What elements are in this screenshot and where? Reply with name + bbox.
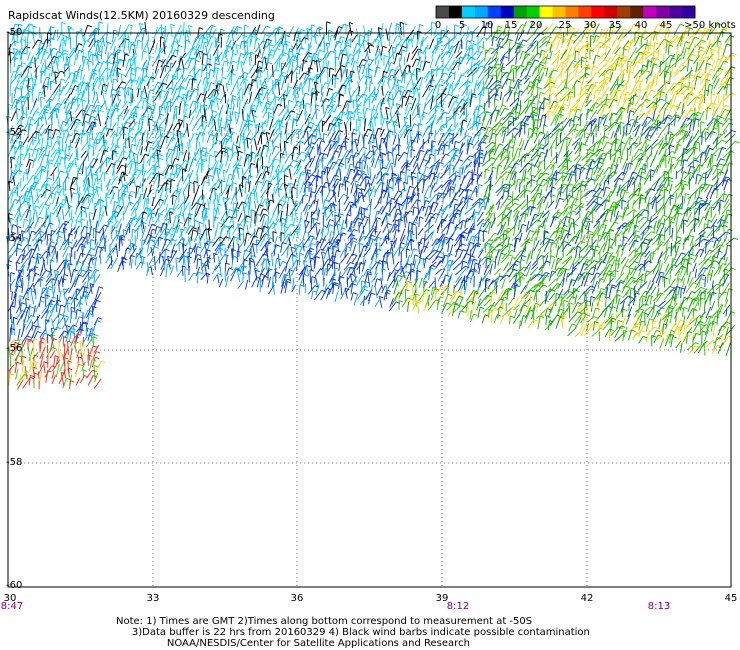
time-label-0812: 8:12 (446, 601, 470, 612)
legend-swatch (591, 6, 605, 18)
legend-swatch (513, 6, 528, 18)
legend-swatch (656, 6, 670, 18)
lat-label-52: -52 (6, 127, 23, 138)
legend-swatch (578, 6, 592, 18)
lat-label-58: -58 (6, 457, 23, 468)
legend-swatch (617, 6, 631, 18)
legend-swatch (604, 6, 618, 18)
legend-swatch (669, 6, 683, 18)
legend-label-25: 25 (558, 20, 572, 31)
legend-label-0: 0 (434, 20, 442, 31)
legend-swatch (565, 6, 579, 18)
lat-label-60: -60 (6, 580, 23, 591)
lon-label-45: 45 (724, 593, 738, 604)
note-line-2: 3)Data buffer is 22 hrs from 20160329 4)… (131, 627, 590, 638)
legend-label-30: 30 (583, 20, 597, 31)
wind-map (6, 5, 740, 588)
legend-label-35: 35 (608, 20, 622, 31)
legend-swatch (461, 6, 476, 18)
lat-label-50: -50 (6, 27, 23, 38)
legend-label-40: 40 (634, 20, 648, 31)
wind-swath (6, 21, 740, 390)
legend-label-15: 15 (504, 20, 518, 31)
legend-swatch (500, 6, 515, 18)
legend-label-20: 20 (529, 20, 543, 31)
speed-legend (435, 5, 696, 19)
legend-swatch (539, 6, 553, 18)
legend-swatch (643, 6, 657, 18)
time-label-0813: 8:13 (647, 601, 671, 612)
legend-swatch (487, 6, 502, 18)
legend-label-10: 10 (480, 20, 494, 31)
lon-label-36: 36 (290, 593, 304, 604)
legend-swatch (526, 6, 540, 18)
lon-label-33: 33 (146, 593, 160, 604)
legend-swatch (436, 6, 450, 18)
legend-label-5: 5 (458, 20, 466, 31)
legend-swatch (682, 6, 696, 18)
lon-label-42: 42 (580, 593, 594, 604)
note-line-1: Note: 1) Times are GMT 2)Times along bot… (116, 616, 533, 627)
time-label-0847: 8:47 (0, 601, 24, 612)
legend-swatch (552, 6, 566, 18)
legend-swatch (448, 6, 463, 18)
footnotes: Note: 1) Times are GMT 2)Times along bot… (116, 616, 590, 649)
legend-label-45: 45 (659, 20, 673, 31)
legend-swatch (630, 6, 644, 18)
note-line-3: NOAA/NESDIS/Center for Satellite Applica… (166, 638, 470, 649)
lat-label-56: -56 (6, 343, 23, 354)
legend-label-50: >50 knots (684, 20, 736, 31)
lat-label-54: -54 (6, 233, 23, 244)
legend-swatch (474, 6, 489, 18)
